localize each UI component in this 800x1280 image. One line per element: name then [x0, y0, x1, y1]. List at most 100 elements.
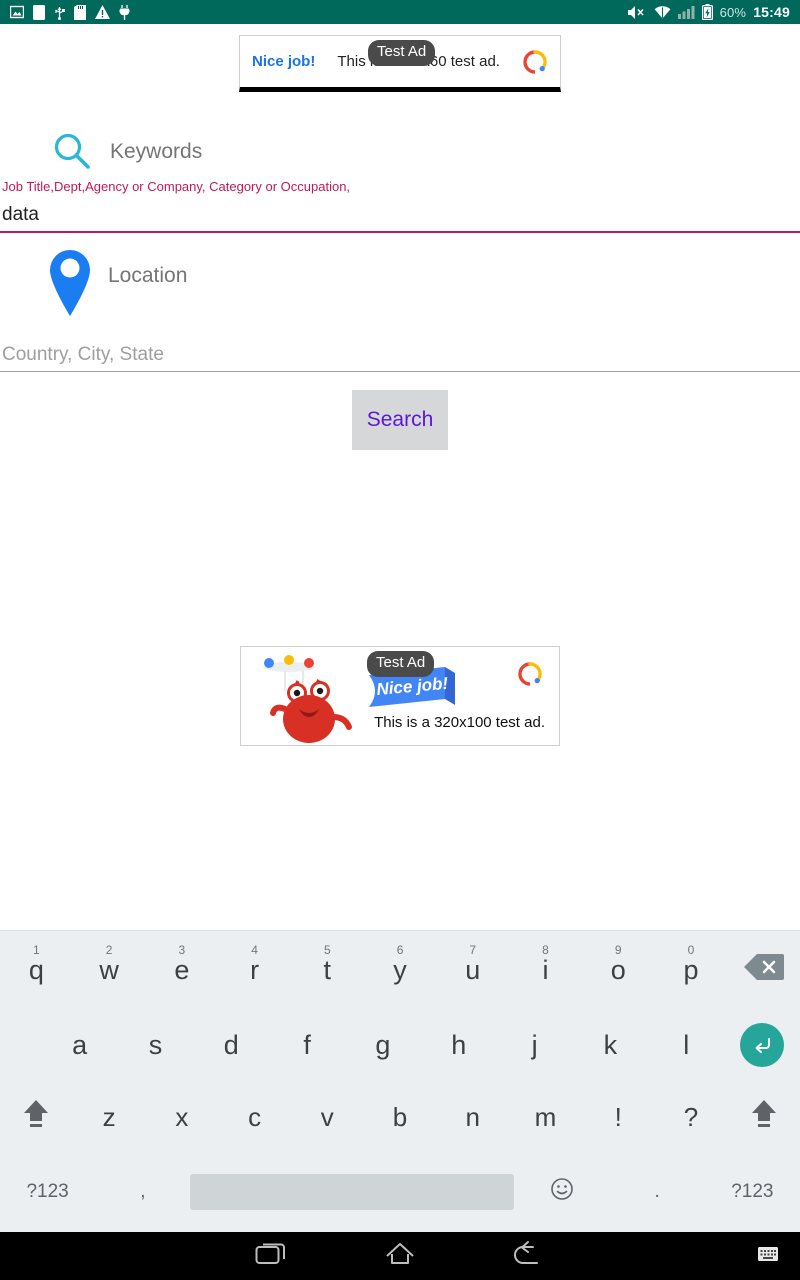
plug-icon	[119, 4, 130, 20]
emoji-key[interactable]	[514, 1153, 609, 1231]
comma-key[interactable]: ,	[95, 1153, 190, 1231]
key-hint: 6	[396, 943, 404, 957]
key-label: a	[72, 1029, 88, 1060]
key-label: l	[683, 1029, 690, 1060]
key-x[interactable]: x	[145, 1081, 218, 1153]
key-p[interactable]: 0p	[655, 931, 728, 1009]
key-exclamation[interactable]: !	[582, 1081, 655, 1153]
image-icon	[10, 5, 24, 19]
key-label: !	[614, 1101, 622, 1132]
key-hint: 7	[469, 943, 477, 957]
key-label: v	[320, 1101, 334, 1132]
key-label: c	[248, 1101, 262, 1132]
status-bar: 60% 15:49	[0, 0, 800, 24]
symbols-key-left[interactable]: ?123	[0, 1153, 95, 1231]
recents-button[interactable]	[240, 1232, 304, 1280]
backspace-key[interactable]	[727, 931, 800, 1009]
key-c[interactable]: c	[218, 1081, 291, 1153]
key-s[interactable]: s	[118, 1009, 194, 1081]
key-label: h	[451, 1029, 467, 1060]
key-hint: 1	[33, 943, 40, 957]
key-v[interactable]: v	[291, 1081, 364, 1153]
key-label: ?123	[26, 1181, 69, 1202]
key-label: ?	[683, 1101, 699, 1132]
cell-signal-icon	[677, 5, 695, 19]
location-label: Location	[108, 264, 188, 287]
symbols-key-right[interactable]: ?123	[705, 1153, 800, 1231]
shift-key-left[interactable]	[0, 1081, 73, 1153]
keywords-hint: Job Title,Dept,Agency or Company, Catego…	[2, 179, 351, 194]
keyboard-row-2: a s d f g h j k l	[0, 1009, 800, 1081]
ad-caption-text: This is a 320x100 test ad.	[374, 714, 545, 731]
key-k[interactable]: k	[573, 1009, 649, 1081]
shift-icon	[751, 1099, 777, 1136]
keyboard-row-3: z x c v b n m ! ?	[0, 1081, 800, 1153]
location-input[interactable]	[0, 344, 800, 372]
key-b[interactable]: b	[364, 1081, 437, 1153]
key-label: m	[534, 1101, 557, 1132]
key-y[interactable]: 6y	[364, 931, 437, 1009]
key-i[interactable]: 8i	[509, 931, 582, 1009]
key-j[interactable]: j	[497, 1009, 573, 1081]
key-hint: 5	[323, 943, 331, 957]
key-label: n	[465, 1101, 480, 1132]
key-t[interactable]: 5t	[291, 931, 364, 1009]
key-w[interactable]: 2w	[73, 931, 146, 1009]
space-key[interactable]	[190, 1153, 515, 1231]
key-label: r	[250, 954, 260, 985]
shift-icon	[23, 1099, 49, 1136]
key-e[interactable]: 3e	[145, 931, 218, 1009]
location-field-header: Location	[44, 240, 187, 318]
keyboard-icon	[757, 1245, 779, 1268]
sd-card-blank-icon	[33, 4, 45, 20]
test-ad-badge-bottom: Test Ad	[367, 651, 435, 677]
volume-mute-icon	[627, 5, 647, 20]
key-label: w	[99, 954, 119, 985]
key-label: u	[465, 954, 481, 985]
back-button[interactable]	[496, 1232, 560, 1280]
status-bar-right-icons: 60% 15:49	[627, 4, 790, 20]
key-l[interactable]: l	[648, 1009, 724, 1081]
key-label: y	[393, 954, 407, 985]
key-n[interactable]: n	[436, 1081, 509, 1153]
spacebar-surface	[190, 1174, 515, 1210]
key-label: ,	[140, 1181, 146, 1202]
key-g[interactable]: g	[345, 1009, 421, 1081]
key-f[interactable]: f	[269, 1009, 345, 1081]
shift-key-right[interactable]	[727, 1081, 800, 1153]
key-u[interactable]: 7u	[436, 931, 509, 1009]
key-o[interactable]: 9o	[582, 931, 655, 1009]
key-label: ?123	[731, 1181, 774, 1202]
recents-icon	[255, 1239, 289, 1274]
key-z[interactable]: z	[73, 1081, 146, 1153]
key-r[interactable]: 4r	[218, 931, 291, 1009]
keyboard-row-4: ?123 , . ?123	[0, 1153, 800, 1231]
key-label: o	[610, 954, 626, 985]
key-label: z	[102, 1101, 116, 1132]
hide-keyboard-button[interactable]	[748, 1232, 788, 1280]
key-label: k	[603, 1029, 618, 1060]
map-pin-icon	[44, 240, 96, 318]
key-d[interactable]: d	[193, 1009, 269, 1081]
key-question[interactable]: ?	[655, 1081, 728, 1153]
key-m[interactable]: m	[509, 1081, 582, 1153]
device-screen: 60% 15:49 Nice job! This is a 468x60 tes…	[0, 0, 800, 1280]
warning-icon	[95, 5, 110, 19]
status-bar-left-icons	[10, 4, 130, 20]
search-button[interactable]: Search	[352, 390, 448, 450]
on-screen-keyboard: 1q 2w 3e 4r 5t 6y 7u 8i 9o 0p a s d f g …	[0, 930, 800, 1232]
enter-key[interactable]	[724, 1009, 800, 1081]
key-hint: 4	[251, 943, 258, 957]
period-key[interactable]: .	[610, 1153, 705, 1231]
search-icon	[50, 130, 94, 174]
home-icon	[383, 1239, 417, 1274]
home-button[interactable]	[368, 1232, 432, 1280]
key-label: b	[392, 1101, 408, 1132]
back-icon	[511, 1239, 545, 1274]
key-q[interactable]: 1q	[0, 931, 73, 1009]
key-a[interactable]: a	[42, 1009, 118, 1081]
key-h[interactable]: h	[421, 1009, 497, 1081]
admob-logo	[522, 49, 548, 75]
keywords-input[interactable]	[0, 204, 800, 233]
key-label: i	[542, 954, 549, 985]
